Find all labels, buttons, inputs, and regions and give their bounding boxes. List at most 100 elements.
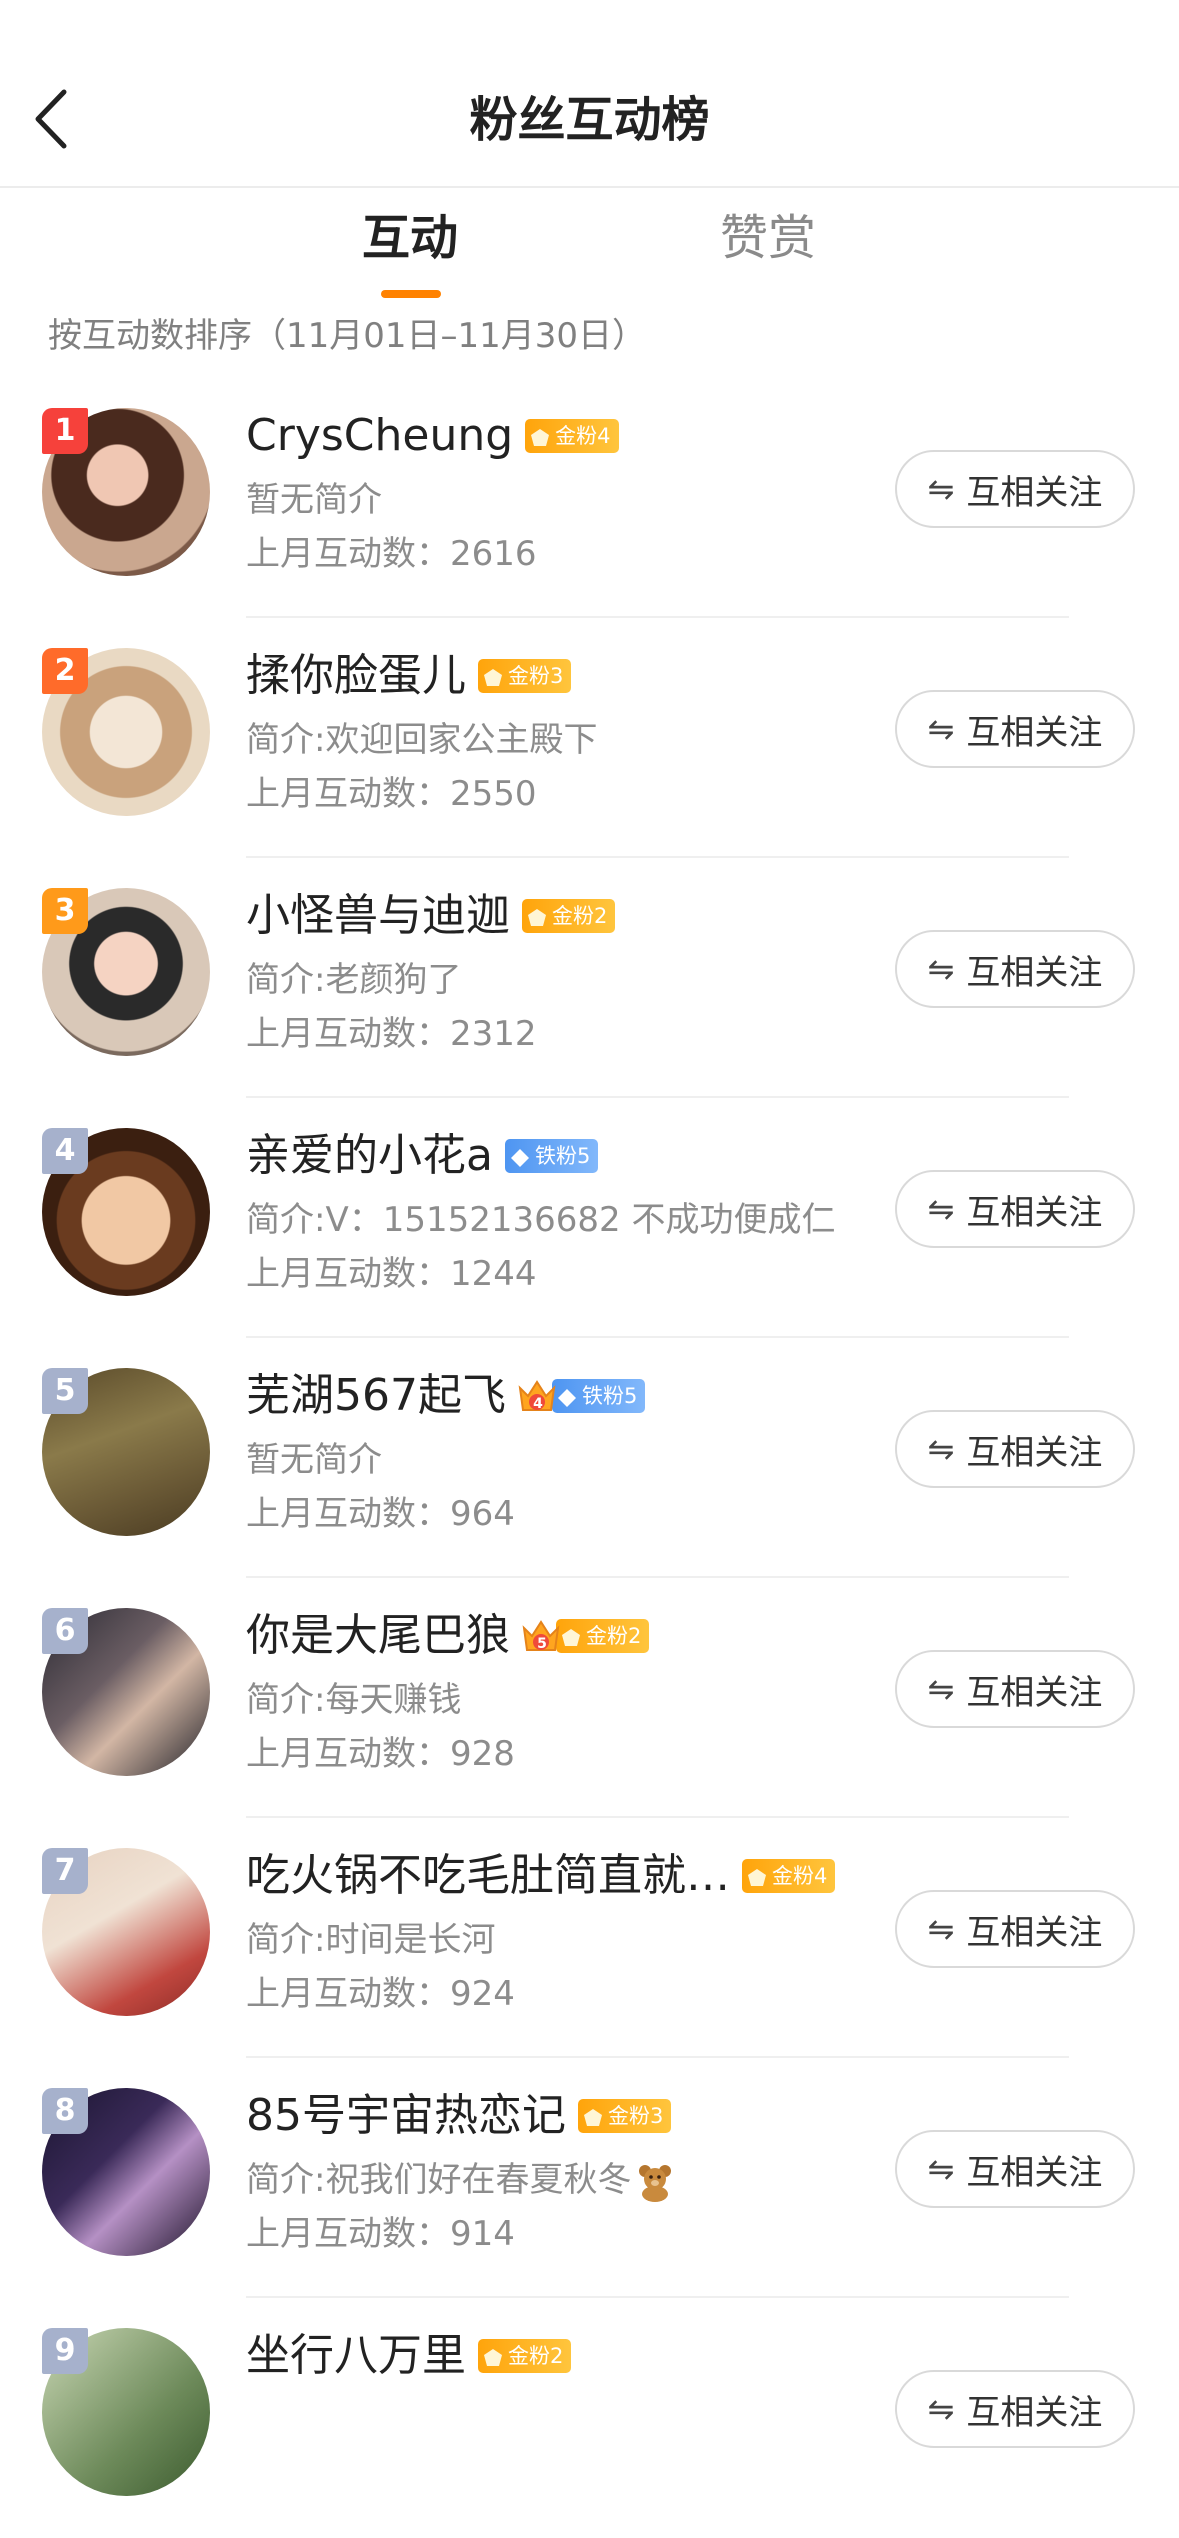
list-item[interactable]: 6 你是大尾巴狼 5 金粉2 简介:每天赚钱上月互动数：928 ⇋ 互相关注 — [0, 1578, 1179, 1818]
tab-bar: 互动 赞赏 — [0, 198, 1179, 308]
follow-label: 互相关注 — [966, 952, 1103, 993]
user-intro: 简介:每天赚钱 — [246, 1674, 461, 1726]
mutual-arrows-icon: ⇋ — [927, 1190, 955, 1228]
user-name[interactable]: 亲爱的小花a — [246, 1126, 493, 1186]
fan-level-text: 金粉2 — [508, 2344, 564, 2368]
intro-text: 简介:祝我们好在春夏秋冬 — [246, 2160, 632, 2200]
monthly-interaction-count: 上月互动数：2616 — [246, 534, 537, 574]
mutual-arrows-icon: ⇋ — [927, 2390, 955, 2428]
mutual-arrows-icon: ⇋ — [927, 1430, 955, 1468]
name-line: 亲爱的小花a 铁粉5 — [246, 1124, 599, 1188]
follow-label: 互相关注 — [966, 1912, 1103, 1953]
follow-label: 互相关注 — [966, 2152, 1103, 2193]
fan-level-badge: 金粉4 — [742, 1859, 836, 1893]
user-name[interactable]: 吃火锅不吃毛肚简直就… — [246, 1846, 730, 1906]
fan-level-badge: 金粉3 — [578, 2099, 672, 2133]
mutual-arrows-icon: ⇋ — [927, 470, 955, 508]
nav-bar: 粉丝互动榜 — [0, 0, 1179, 188]
teddy-bear-icon — [635, 2162, 675, 2202]
list-item[interactable]: 2 揉你脸蛋儿 金粉3 简介:欢迎回家公主殿下上月互动数：2550 ⇋ 互相关注 — [0, 618, 1179, 858]
tab-interaction[interactable]: 互动 — [310, 198, 510, 278]
intro-text: 简介:每天赚钱 — [246, 1680, 462, 1720]
fan-level-text: 金粉3 — [508, 664, 564, 688]
mutual-follow-button[interactable]: ⇋ 互相关注 — [895, 450, 1135, 528]
rank-badge: 6 — [42, 1608, 88, 1654]
user-name[interactable]: 芜湖567起飞 — [246, 1366, 506, 1426]
intro-text: 暂无简介 — [246, 480, 382, 520]
rank-badge: 4 — [42, 1128, 88, 1174]
name-line: 小怪兽与迪迦 金粉2 — [246, 884, 616, 948]
rank-badge: 5 — [42, 1368, 88, 1414]
mutual-arrows-icon: ⇋ — [927, 950, 955, 988]
mutual-follow-button[interactable]: ⇋ 互相关注 — [895, 1890, 1135, 1968]
pentagon-gem-icon — [482, 665, 504, 687]
crown-level: 5 — [537, 1636, 547, 1652]
mutual-arrows-icon: ⇋ — [927, 710, 955, 748]
list-item[interactable]: 1 CrysCheung 金粉4 暂无简介 上月互动数：2616 ⇋ 互相关注 — [0, 378, 1179, 618]
follow-label: 互相关注 — [966, 472, 1103, 513]
user-name[interactable]: 揉你脸蛋儿 — [246, 646, 466, 706]
mutual-follow-button[interactable]: ⇋ 互相关注 — [895, 2370, 1135, 2448]
sort-description: 按互动数排序（11月01日–11月30日） — [48, 316, 647, 356]
fan-level-text: 金粉2 — [552, 904, 608, 928]
intro-text: 简介:V：15152136682 不成功便成仁 — [246, 1200, 836, 1240]
diamond-icon — [556, 1385, 578, 1407]
crown-level: 4 — [533, 1396, 543, 1412]
fan-level-badge: 金粉2 — [478, 2339, 572, 2373]
monthly-interaction-count: 上月互动数：924 — [246, 1974, 515, 2014]
rank-badge: 2 — [42, 648, 88, 694]
name-line: 85号宇宙热恋记 金粉3 — [246, 2084, 672, 2148]
pentagon-gem-icon — [560, 1625, 582, 1647]
user-intro: 简介:欢迎回家公主殿下 — [246, 714, 597, 766]
fan-level-text: 金粉2 — [586, 1624, 642, 1648]
mutual-follow-button[interactable]: ⇋ 互相关注 — [895, 690, 1135, 768]
name-line: 揉你脸蛋儿 金粉3 — [246, 644, 572, 708]
pentagon-gem-icon — [582, 2105, 604, 2127]
name-line: 芜湖567起飞 4 铁粉5 — [246, 1364, 646, 1428]
monthly-interaction-count: 上月互动数：2312 — [246, 1014, 537, 1054]
fan-level-badge: 金粉2 — [556, 1619, 650, 1653]
fan-level-badge: 金粉3 — [478, 659, 572, 693]
mutual-follow-button[interactable]: ⇋ 互相关注 — [895, 1410, 1135, 1488]
fan-level-badge: 铁粉5 — [551, 1379, 646, 1413]
user-name[interactable]: 坐行八万里 — [246, 2326, 466, 2386]
intro-text: 简介:时间是长河 — [246, 1920, 496, 1960]
user-name[interactable]: CrysCheung — [246, 406, 513, 466]
list-item[interactable]: 7 吃火锅不吃毛肚简直就… 金粉4 简介:时间是长河 上月互动数：924 ⇋ 互相关注 — [0, 1818, 1179, 2058]
list-item[interactable]: 4 亲爱的小花a 铁粉5 简介:V：15152136682 不成功便成仁 上月互动数：1… — [0, 1098, 1179, 1338]
monthly-interaction-count: 上月互动数：2550 — [246, 774, 537, 814]
user-name[interactable]: 85号宇宙热恋记 — [246, 2086, 566, 2146]
user-intro: 简介:时间是长河 — [246, 1914, 495, 1966]
monthly-interaction-count: 上月互动数：964 — [246, 1494, 515, 1534]
rank-badge: 9 — [42, 2328, 88, 2374]
list-item[interactable]: 9 坐行八万里 金粉2 ⇋ 互相关注 — [0, 2298, 1179, 2538]
mutual-arrows-icon: ⇋ — [927, 1670, 955, 1708]
mutual-follow-button[interactable]: ⇋ 互相关注 — [895, 930, 1135, 1008]
user-intro: 简介:祝我们好在春夏秋冬 — [246, 2154, 675, 2206]
user-intro: 简介:V：15152136682 不成功便成仁 — [246, 1194, 835, 1246]
name-line: 坐行八万里 金粉2 — [246, 2324, 572, 2388]
user-name[interactable]: 你是大尾巴狼 — [246, 1606, 510, 1666]
mutual-follow-button[interactable]: ⇋ 互相关注 — [895, 2130, 1135, 2208]
monthly-interaction-count: 上月互动数：928 — [246, 1734, 515, 1774]
fan-level-text: 铁粉5 — [534, 1144, 591, 1168]
user-name[interactable]: 小怪兽与迪迦 — [246, 886, 510, 946]
user-intro: 暂无简介 — [246, 1434, 382, 1486]
list-item[interactable]: 5 芜湖567起飞 4 铁粉5 暂无简介上月互动数：964 ⇋ 互相关注 — [0, 1338, 1179, 1578]
name-line: 你是大尾巴狼 5 金粉2 — [246, 1604, 650, 1668]
list-item[interactable]: 3 小怪兽与迪迦 金粉2 简介:老颜狗了上月互动数：2312 ⇋ 互相关注 — [0, 858, 1179, 1098]
crown-icon: 4 — [516, 1376, 558, 1416]
mutual-follow-button[interactable]: ⇋ 互相关注 — [895, 1170, 1135, 1248]
pentagon-gem-icon — [746, 1865, 768, 1887]
list-item[interactable]: 8 85号宇宙热恋记 金粉3 简介:祝我们好在春夏秋冬 上月互动数：914 ⇋ 互相关注 — [0, 2058, 1179, 2298]
fan-level-text: 金粉3 — [608, 2104, 664, 2128]
rank-badge: 3 — [42, 888, 88, 934]
user-intro: 简介:老颜狗了 — [246, 954, 461, 1006]
tab-reward[interactable]: 赞赏 — [668, 198, 868, 278]
pentagon-gem-icon — [529, 425, 551, 447]
page-title: 粉丝互动榜 — [469, 92, 710, 148]
monthly-interaction-count: 上月互动数：1244 — [246, 1254, 537, 1294]
user-intro: 暂无简介 — [246, 474, 382, 526]
mutual-follow-button[interactable]: ⇋ 互相关注 — [895, 1650, 1135, 1728]
follow-label: 互相关注 — [966, 1432, 1103, 1473]
